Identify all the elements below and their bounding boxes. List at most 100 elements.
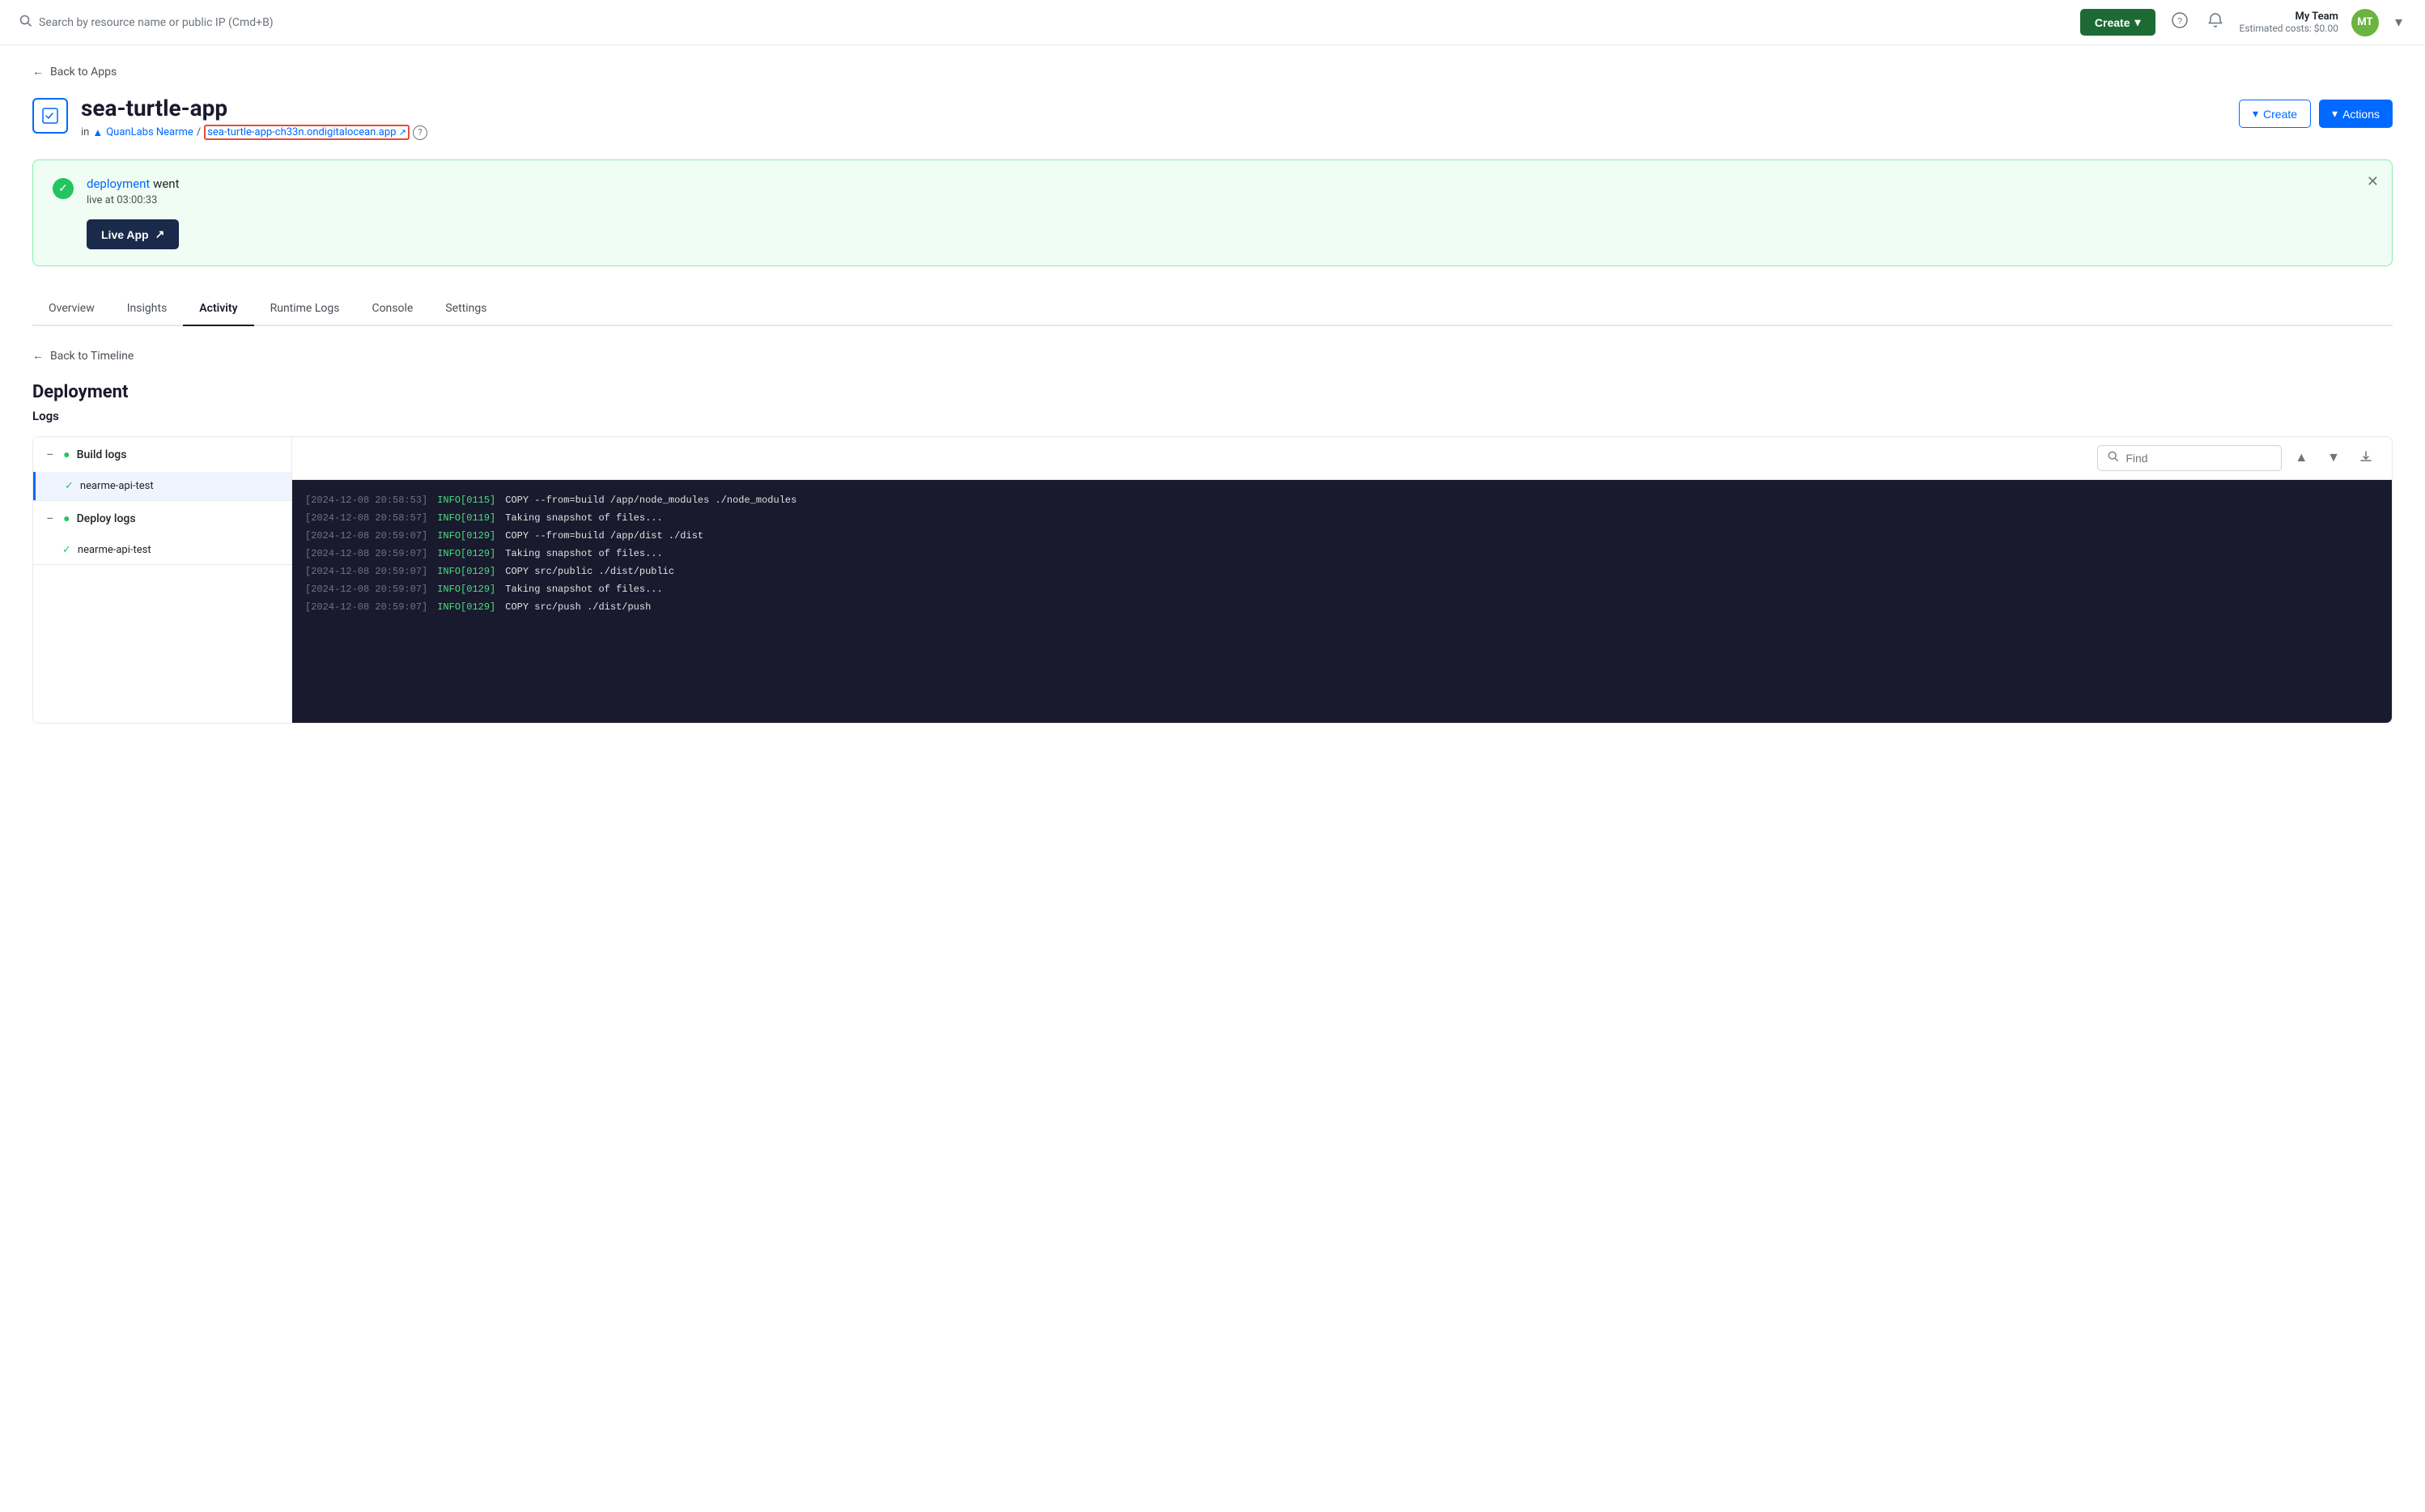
external-link-icon: ↗ — [399, 127, 406, 138]
deployment-link[interactable]: deployment — [87, 176, 150, 191]
log-time: [2024-12-08 20:59:07] — [305, 582, 427, 597]
build-log-item[interactable]: ✓ nearme-api-test — [33, 472, 291, 500]
team-info: My Team Estimated costs: $0.00 — [2240, 11, 2338, 34]
create-button[interactable]: Create ▾ — [2080, 9, 2155, 36]
log-line: [2024-12-08 20:59:07] INFO[0129] COPY --fr… — [305, 529, 2379, 543]
app-link-highlight: sea-turtle-app-ch33n.ondigitalocean.app … — [204, 125, 410, 140]
search-placeholder-text: Search by resource name or public IP (Cm… — [39, 16, 274, 29]
arrow-left-icon: ← — [32, 65, 44, 79]
deploy-logs-header[interactable]: − ● Deploy logs — [33, 501, 291, 536]
app-url-link[interactable]: sea-turtle-app-ch33n.ondigitalocean.app — [207, 126, 396, 138]
tab-overview[interactable]: Overview — [32, 292, 111, 326]
back-to-timeline-link[interactable]: ← Back to Timeline — [32, 349, 2393, 363]
success-check-icon: ✓ — [53, 178, 74, 199]
create-label: Create — [2263, 108, 2297, 121]
back-to-apps-link[interactable]: ← Back to Apps — [32, 65, 2393, 79]
avatar[interactable]: MT — [2351, 9, 2379, 36]
log-time: [2024-12-08 20:59:07] — [305, 600, 427, 614]
team-dropdown-button[interactable]: ▾ — [2392, 11, 2406, 34]
actions-label: Actions — [2342, 108, 2380, 121]
top-nav: Search by resource name or public IP (Cm… — [0, 0, 2425, 45]
log-message: COPY --from=build /app/dist ./dist — [505, 529, 703, 543]
build-logs-group: − ● Build logs ✓ nearme-api-test — [33, 437, 291, 501]
deploy-logs-label: Deploy logs — [77, 512, 136, 525]
log-line: [2024-12-08 20:59:07]INFO[0129]COPY src/… — [305, 600, 2379, 614]
success-banner: ✓ deployment went live at 03:00:33 Live … — [32, 159, 2393, 266]
tab-activity[interactable]: Activity — [183, 292, 253, 326]
search-bar[interactable]: Search by resource name or public IP (Cm… — [19, 15, 2080, 31]
log-time: [2024-12-08 20:59:07] — [305, 529, 427, 543]
log-line: [2024-12-08 20:58:57] INFO[0119] Taking sn… — [305, 511, 2379, 525]
close-banner-button[interactable]: ✕ — [2367, 173, 2379, 190]
log-message: Taking snapshot of files... — [505, 546, 662, 561]
chevron-down-icon: ▾ — [2253, 107, 2258, 121]
log-time: [2024-12-08 20:58:57] — [305, 511, 427, 525]
deploy-log-item[interactable]: ✓ nearme-api-test — [33, 536, 291, 564]
log-line: [2024-12-08 20:59:07] INFO[0129] COPY src/… — [305, 564, 2379, 579]
live-app-button[interactable]: Live App ↗ — [87, 219, 179, 249]
team-name: My Team — [2240, 11, 2338, 23]
app-name: sea-turtle-app — [81, 95, 427, 121]
log-level: INFO[0129] — [437, 529, 495, 543]
tabs: OverviewInsightsActivityRuntime LogsCons… — [32, 292, 2393, 326]
header-actions-button[interactable]: ▾ Actions — [2319, 100, 2393, 128]
app-icon — [32, 98, 68, 134]
live-app-label: Live App — [101, 228, 149, 241]
app-title-info: sea-turtle-app in ▲ QuanLabs Nearme / se… — [81, 95, 427, 140]
log-level: INFO[0129] — [437, 564, 495, 579]
check-icon: ✓ — [62, 544, 71, 556]
download-button[interactable] — [2353, 447, 2379, 470]
log-level: INFO[0129] — [437, 546, 495, 561]
arrow-left-icon: ← — [32, 349, 44, 363]
log-time: [2024-12-08 20:58:53] — [305, 493, 427, 508]
avatar-initials: MT — [2357, 16, 2372, 28]
log-level: INFO[0129] — [437, 600, 495, 614]
create-label: Create — [2095, 16, 2130, 29]
log-line: [2024-12-08 20:59:07]INFO[0129]Taking sn… — [305, 546, 2379, 561]
deployment-title: Deployment — [32, 382, 2393, 402]
log-toolbar: ▲ ▼ — [292, 437, 2392, 480]
in-label: in — [81, 126, 89, 138]
tab-settings[interactable]: Settings — [429, 292, 503, 326]
log-message: Taking snapshot of files... — [505, 582, 662, 597]
build-logs-header[interactable]: − ● Build logs — [33, 437, 291, 472]
deploy-item-label: nearme-api-test — [78, 544, 151, 556]
team-link[interactable]: QuanLabs Nearme — [106, 126, 193, 138]
build-item-label: nearme-api-test — [80, 480, 154, 492]
back-timeline-label: Back to Timeline — [50, 350, 134, 363]
help-button[interactable]: ? — [2168, 9, 2191, 36]
logs-panel: − ● Build logs ✓ nearme-api-test − ● Dep… — [32, 436, 2393, 724]
tab-insights[interactable]: Insights — [111, 292, 184, 326]
logs-sidebar: − ● Build logs ✓ nearme-api-test − ● Dep… — [33, 437, 292, 723]
estimated-costs: Estimated costs: $0.00 — [2240, 23, 2338, 34]
help-badge[interactable]: ? — [413, 125, 427, 140]
tab-console[interactable]: Console — [355, 292, 429, 326]
log-message: COPY src/public ./dist/public — [505, 564, 674, 579]
banner-content: deployment went live at 03:00:33 Live Ap… — [87, 176, 2372, 249]
find-input-wrapper[interactable] — [2097, 445, 2282, 471]
scroll-down-button[interactable]: ▼ — [2321, 448, 2346, 469]
chevron-down-icon: ▾ — [2332, 107, 2338, 121]
scroll-up-button[interactable]: ▲ — [2288, 448, 2314, 469]
find-input[interactable] — [2126, 452, 2271, 465]
app-header: sea-turtle-app in ▲ QuanLabs Nearme / se… — [32, 95, 2393, 140]
tab-runtime-logs[interactable]: Runtime Logs — [254, 292, 356, 326]
terminal-output: [2024-12-08 20:58:53] INFO[0115] COPY --fr… — [292, 480, 2392, 723]
log-message: Taking snapshot of files... — [505, 511, 662, 525]
logs-label: Logs — [32, 409, 2393, 423]
success-icon: ● — [63, 512, 70, 525]
build-logs-label: Build logs — [77, 448, 127, 461]
check-icon: ✓ — [65, 480, 74, 492]
log-level: INFO[0129] — [437, 582, 495, 597]
log-level: INFO[0115] — [437, 493, 495, 508]
collapse-icon: − — [46, 511, 53, 526]
log-level: INFO[0119] — [437, 511, 495, 525]
banner-time: live at 03:00:33 — [87, 194, 2372, 206]
banner-title: deployment went — [87, 176, 2372, 191]
log-line: [2024-12-08 20:59:07] INFO[0129] Taking sn… — [305, 582, 2379, 597]
notifications-button[interactable] — [2204, 9, 2227, 36]
separator: / — [197, 126, 201, 138]
header-create-button[interactable]: ▾ Create — [2239, 100, 2311, 128]
team-icon: ▲ — [92, 126, 103, 139]
log-time: [2024-12-08 20:59:07] — [305, 564, 427, 579]
